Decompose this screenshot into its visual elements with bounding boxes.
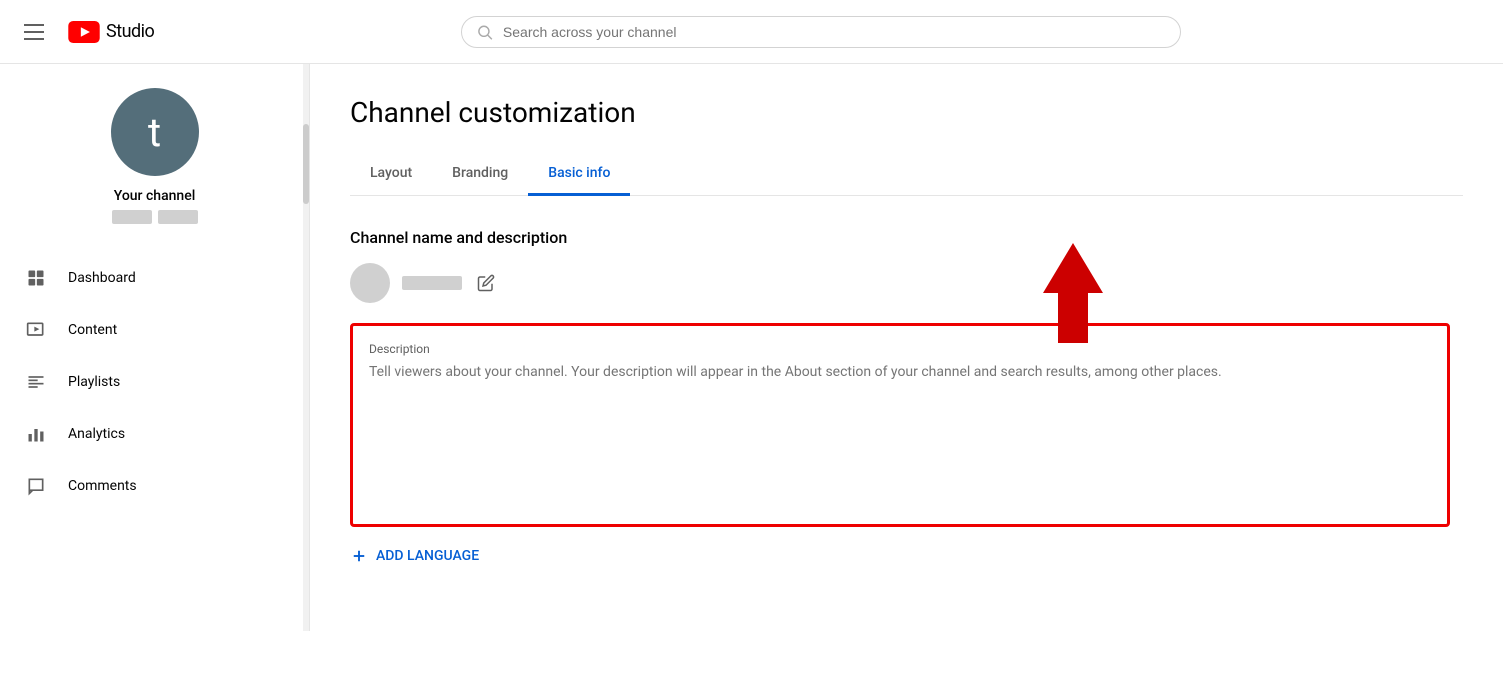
logo[interactable]: Studio xyxy=(68,21,154,43)
search-input-wrap[interactable] xyxy=(461,16,1181,48)
analytics-icon xyxy=(24,422,48,446)
tab-layout[interactable]: Layout xyxy=(350,153,432,196)
comments-label: Comments xyxy=(68,478,137,494)
add-language-label: ADD LANGUAGE xyxy=(376,548,479,564)
sidebar-nav: Dashboard Content xyxy=(0,252,309,512)
section-title: Channel name and description xyxy=(350,228,1463,247)
sidebar-item-playlists[interactable]: Playlists xyxy=(0,356,309,408)
playlists-icon xyxy=(24,370,48,394)
dashboard-label: Dashboard xyxy=(68,270,136,286)
add-language-button[interactable]: ADD LANGUAGE xyxy=(350,547,1463,565)
main-content: Channel customization Layout Branding Ba… xyxy=(310,64,1503,631)
sidebar-item-content[interactable]: Content xyxy=(0,304,309,356)
tab-basic-info[interactable]: Basic info xyxy=(528,153,630,196)
playlists-label: Playlists xyxy=(68,374,120,390)
name-text-small xyxy=(402,276,462,290)
name-row xyxy=(350,263,1463,303)
channel-name-label: Your channel xyxy=(114,188,196,204)
name-avatar-small xyxy=(350,263,390,303)
search-icon xyxy=(476,23,493,41)
tabs: Layout Branding Basic info xyxy=(350,153,1463,196)
dashboard-icon xyxy=(24,266,48,290)
hamburger-menu[interactable] xyxy=(16,16,52,48)
avatar-letter: t xyxy=(148,109,161,156)
add-icon xyxy=(350,547,368,565)
channel-sub-info xyxy=(112,210,198,224)
content-label: Content xyxy=(68,322,117,338)
edit-name-button[interactable] xyxy=(474,271,498,295)
description-box: Description xyxy=(350,323,1450,527)
channel-name-section: Channel name and description xyxy=(350,228,1463,565)
topbar-left: Studio xyxy=(16,16,154,48)
content-icon xyxy=(24,318,48,342)
red-arrow-indicator xyxy=(1033,243,1113,347)
sub-pill-2 xyxy=(158,210,198,224)
app-body: t Your channel Dashboard xyxy=(0,64,1503,631)
search-bar xyxy=(461,16,1181,48)
sidebar-item-dashboard[interactable]: Dashboard xyxy=(0,252,309,304)
channel-avatar: t xyxy=(111,88,199,176)
sidebar-item-analytics[interactable]: Analytics xyxy=(0,408,309,460)
youtube-icon xyxy=(68,21,100,43)
topbar: Studio xyxy=(0,0,1503,64)
comments-icon xyxy=(24,474,48,498)
sidebar: t Your channel Dashboard xyxy=(0,64,310,631)
description-textarea[interactable] xyxy=(369,364,1431,504)
search-input[interactable] xyxy=(503,24,1166,40)
description-label: Description xyxy=(369,342,1431,356)
tab-branding[interactable]: Branding xyxy=(432,153,528,196)
page-title: Channel customization xyxy=(350,96,1463,129)
scrollbar-thumb[interactable] xyxy=(303,124,309,204)
analytics-label: Analytics xyxy=(68,426,125,442)
sub-pill-1 xyxy=(112,210,152,224)
sidebar-item-comments[interactable]: Comments xyxy=(0,460,309,512)
studio-label: Studio xyxy=(106,21,154,42)
scrollbar-track xyxy=(303,64,309,631)
